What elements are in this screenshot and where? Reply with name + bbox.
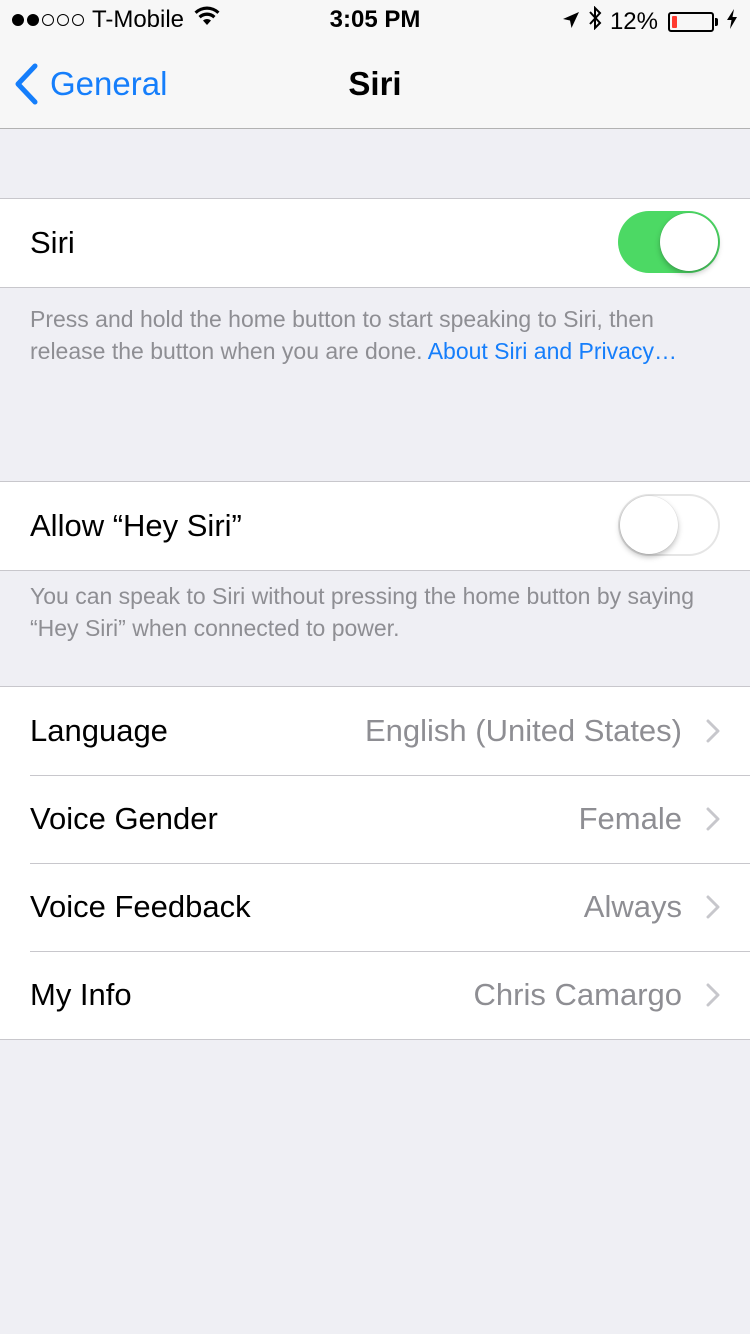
voice-feedback-label: Voice Feedback: [30, 889, 251, 924]
siri-row: Siri: [0, 199, 750, 287]
about-siri-privacy-link[interactable]: About Siri and Privacy…: [428, 338, 677, 364]
status-bar: T-Mobile 3:05 PM 12%: [0, 0, 750, 40]
voice-feedback-value: Always: [583, 889, 682, 924]
bluetooth-icon: [588, 5, 602, 37]
siri-toggle-knob: [660, 213, 718, 271]
battery-percentage: 12%: [609, 7, 658, 35]
settings-row-my-info[interactable]: My Info Chris Camargo: [0, 951, 750, 1039]
siri-toggle[interactable]: [618, 211, 720, 273]
settings-row-language[interactable]: Language English (United States): [0, 687, 750, 775]
siri-group: Siri: [0, 198, 750, 288]
chevron-right-icon: [706, 895, 720, 919]
settings-row-voice-gender[interactable]: Voice Gender Female: [0, 775, 750, 863]
hey-siri-footer: You can speak to Siri without pressing t…: [30, 583, 695, 641]
location-arrow-icon: [562, 8, 580, 36]
page-title: Siri: [348, 65, 402, 102]
hey-siri-group: Allow “Hey Siri”: [0, 481, 750, 571]
chevron-right-icon: [706, 807, 720, 831]
battery-icon: [668, 11, 718, 32]
language-value: English (United States): [364, 713, 682, 748]
my-info-value: Chris Camargo: [473, 977, 682, 1012]
siri-settings-group: Language English (United States) Voice G…: [0, 686, 750, 1040]
voice-gender-value: Female: [578, 801, 682, 836]
siri-footer: Press and hold the home button to start …: [30, 303, 730, 367]
chevron-right-icon: [706, 719, 720, 743]
hey-siri-row: Allow “Hey Siri”: [0, 482, 750, 570]
settings-row-voice-feedback[interactable]: Voice Feedback Always: [0, 863, 750, 951]
navigation-bar: General Siri: [0, 40, 750, 129]
hey-siri-toggle-knob: [620, 496, 678, 554]
language-label: Language: [30, 713, 168, 748]
hey-siri-toggle[interactable]: [618, 494, 720, 556]
status-right: 12%: [562, 5, 738, 37]
my-info-label: My Info: [30, 977, 132, 1012]
charging-bolt-icon: [726, 8, 738, 36]
voice-gender-label: Voice Gender: [30, 801, 218, 836]
chevron-right-icon: [706, 983, 720, 1007]
battery-level-fill: [672, 15, 677, 28]
